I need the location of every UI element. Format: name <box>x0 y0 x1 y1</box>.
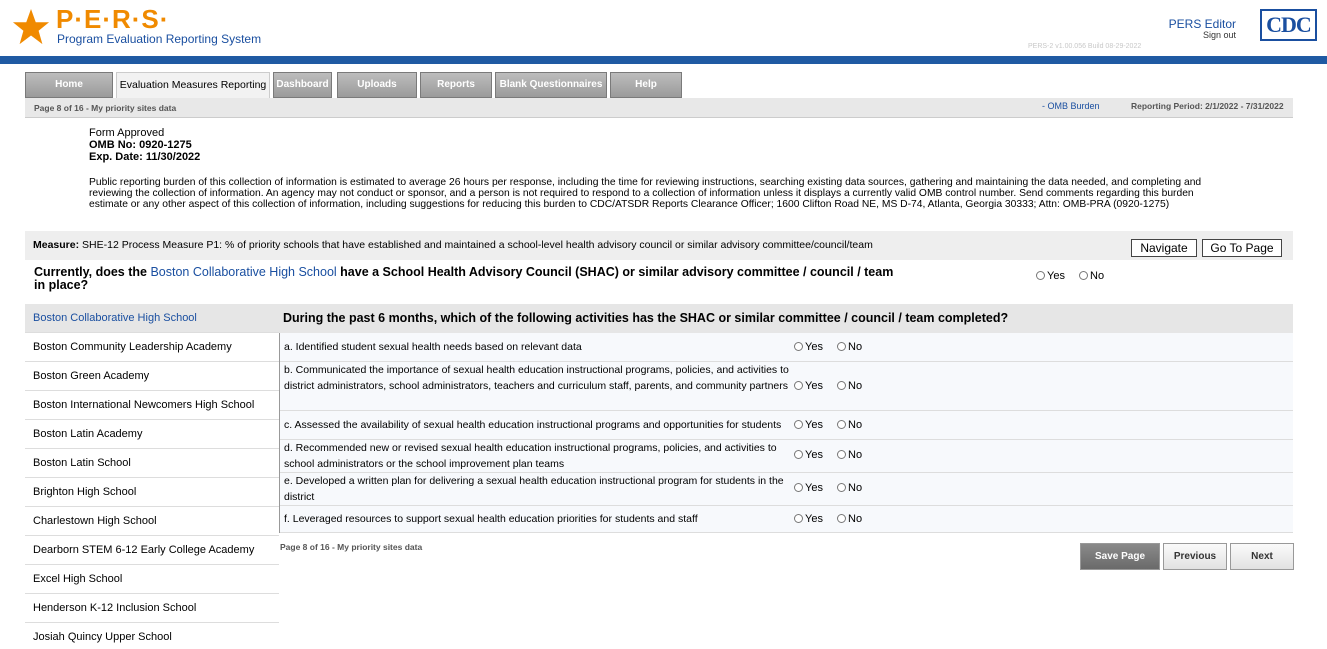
tab-blank-questionnaires[interactable]: Blank Questionnaires <box>495 72 607 98</box>
school-item[interactable]: Boston Green Academy <box>25 362 279 391</box>
activity-row: c. Assessed the availability of sexual h… <box>280 411 1293 440</box>
measure-text: Measure: SHE-12 Process Measure P1: % of… <box>33 239 873 251</box>
omb-burden-link[interactable]: - OMB Burden <box>1042 101 1100 111</box>
previous-button[interactable]: Previous <box>1163 543 1227 570</box>
page-header: P·E·R·S· Program Evaluation Reporting Sy… <box>0 0 1327 56</box>
activities-header: During the past 6 months, which of the f… <box>279 304 1293 333</box>
question-text: Currently, does the Boston Collaborative… <box>34 265 894 292</box>
school-list: Boston Collaborative High School Boston … <box>25 304 279 649</box>
measure-bar: Measure: SHE-12 Process Measure P1: % of… <box>25 231 1293 260</box>
activity-text: d. Recommended new or revised sexual hea… <box>284 442 777 470</box>
school-item[interactable]: Charlestown High School <box>25 507 279 536</box>
activity-yes-option[interactable]: Yes <box>794 482 823 494</box>
version-text: PERS-2 v1.00.056 Build 08-29-2022 <box>1028 43 1142 50</box>
go-to-page-button[interactable]: Go To Page <box>1202 239 1282 257</box>
question-yes-option[interactable]: Yes <box>1036 270 1065 282</box>
save-page-button[interactable]: Save Page <box>1080 543 1160 570</box>
school-item[interactable]: Boston Community Leadership Academy <box>25 333 279 362</box>
activity-row: a. Identified student sexual health need… <box>280 333 1293 362</box>
school-item[interactable]: Excel High School <box>25 565 279 594</box>
cdc-logo: CDC <box>1260 9 1317 41</box>
form-approved: Form Approved <box>89 127 165 139</box>
logo-title: P·E·R·S· <box>56 4 170 34</box>
activity-yes-option[interactable]: Yes <box>794 513 823 525</box>
no-radio[interactable] <box>837 381 846 390</box>
no-radio[interactable] <box>837 342 846 351</box>
school-item[interactable]: Brighton High School <box>25 478 279 507</box>
no-radio[interactable] <box>837 483 846 492</box>
form-approved-block: Form Approved OMB No: 0920-1275 Exp. Dat… <box>89 127 200 163</box>
exp-date: Exp. Date: 11/30/2022 <box>89 151 201 163</box>
logo-subtitle: Program Evaluation Reporting System <box>57 32 262 46</box>
school-item[interactable]: Boston Latin School <box>25 449 279 478</box>
tab-dashboard[interactable]: Dashboard <box>273 72 332 98</box>
school-item-boston-collaborative[interactable]: Boston Collaborative High School <box>25 304 279 333</box>
activity-text: e. Developed a written plan for deliveri… <box>284 475 784 503</box>
activity-no-option[interactable]: No <box>837 341 862 353</box>
star-icon <box>12 8 50 45</box>
activity-row: f. Leveraged resources to support sexual… <box>280 506 1293 533</box>
activity-text: c. Assessed the availability of sexual h… <box>284 419 782 431</box>
yes-radio[interactable] <box>794 381 803 390</box>
header-divider <box>0 56 1327 64</box>
activity-no-option[interactable]: No <box>837 482 862 494</box>
yes-radio[interactable] <box>794 514 803 523</box>
no-radio[interactable] <box>837 450 846 459</box>
activity-yes-option[interactable]: Yes <box>794 380 823 392</box>
yes-radio[interactable] <box>794 420 803 429</box>
school-item[interactable]: Henderson K-12 Inclusion School <box>25 594 279 623</box>
school-item[interactable]: Boston International Newcomers High Scho… <box>25 391 279 420</box>
activity-row: d. Recommended new or revised sexual hea… <box>280 440 1293 473</box>
question-no-option[interactable]: No <box>1079 270 1104 282</box>
user-role: PERS Editor <box>1168 17 1236 31</box>
school-item[interactable]: Josiah Quincy Upper School <box>25 623 279 649</box>
reporting-period: Reporting Period: 2/1/2022 - 7/31/2022 <box>1131 101 1284 111</box>
school-item[interactable]: Dearborn STEM 6-12 Early College Academy <box>25 536 279 565</box>
no-radio[interactable] <box>837 420 846 429</box>
no-radio[interactable] <box>837 514 846 523</box>
next-button[interactable]: Next <box>1230 543 1294 570</box>
signout-link[interactable]: Sign out <box>1203 30 1236 40</box>
tab-home[interactable]: Home <box>25 72 113 98</box>
activity-no-option[interactable]: No <box>837 513 862 525</box>
tab-reports[interactable]: Reports <box>420 72 492 98</box>
omb-number: OMB No: 0920-1275 <box>89 139 192 151</box>
activities-list: a. Identified student sexual health need… <box>279 333 1293 533</box>
tab-uploads[interactable]: Uploads <box>337 72 417 98</box>
tab-help[interactable]: Help <box>610 72 682 98</box>
yes-radio[interactable] <box>794 450 803 459</box>
navigate-button[interactable]: Navigate <box>1131 239 1197 257</box>
school-item[interactable]: Boston Latin Academy <box>25 420 279 449</box>
page-info-bar: Page 8 of 16 - My priority sites data - … <box>25 98 1293 118</box>
activity-yes-option[interactable]: Yes <box>794 449 823 461</box>
burden-statement: Public reporting burden of this collecti… <box>89 177 1202 211</box>
activity-text: a. Identified student sexual health need… <box>284 341 582 353</box>
activity-text: b. Communicated the importance of sexual… <box>284 364 789 392</box>
activity-no-option[interactable]: No <box>837 449 862 461</box>
page-info: Page 8 of 16 - My priority sites data <box>34 103 177 113</box>
yes-radio[interactable] <box>794 483 803 492</box>
yes-radio[interactable] <box>1036 271 1045 280</box>
activity-no-option[interactable]: No <box>837 419 862 431</box>
activity-no-option[interactable]: No <box>837 380 862 392</box>
no-radio[interactable] <box>1079 271 1088 280</box>
activity-row: e. Developed a written plan for deliveri… <box>280 473 1293 506</box>
activity-yes-option[interactable]: Yes <box>794 341 823 353</box>
yes-radio[interactable] <box>794 342 803 351</box>
activity-row: b. Communicated the importance of sexual… <box>280 362 1293 411</box>
shac-question: Currently, does the Boston Collaborative… <box>25 261 1293 304</box>
footer-page-info: Page 8 of 16 - My priority sites data <box>280 542 423 552</box>
tab-evaluation-measures[interactable]: Evaluation Measures Reporting <box>116 72 270 98</box>
activity-text: f. Leveraged resources to support sexual… <box>284 513 698 525</box>
activity-yes-option[interactable]: Yes <box>794 419 823 431</box>
